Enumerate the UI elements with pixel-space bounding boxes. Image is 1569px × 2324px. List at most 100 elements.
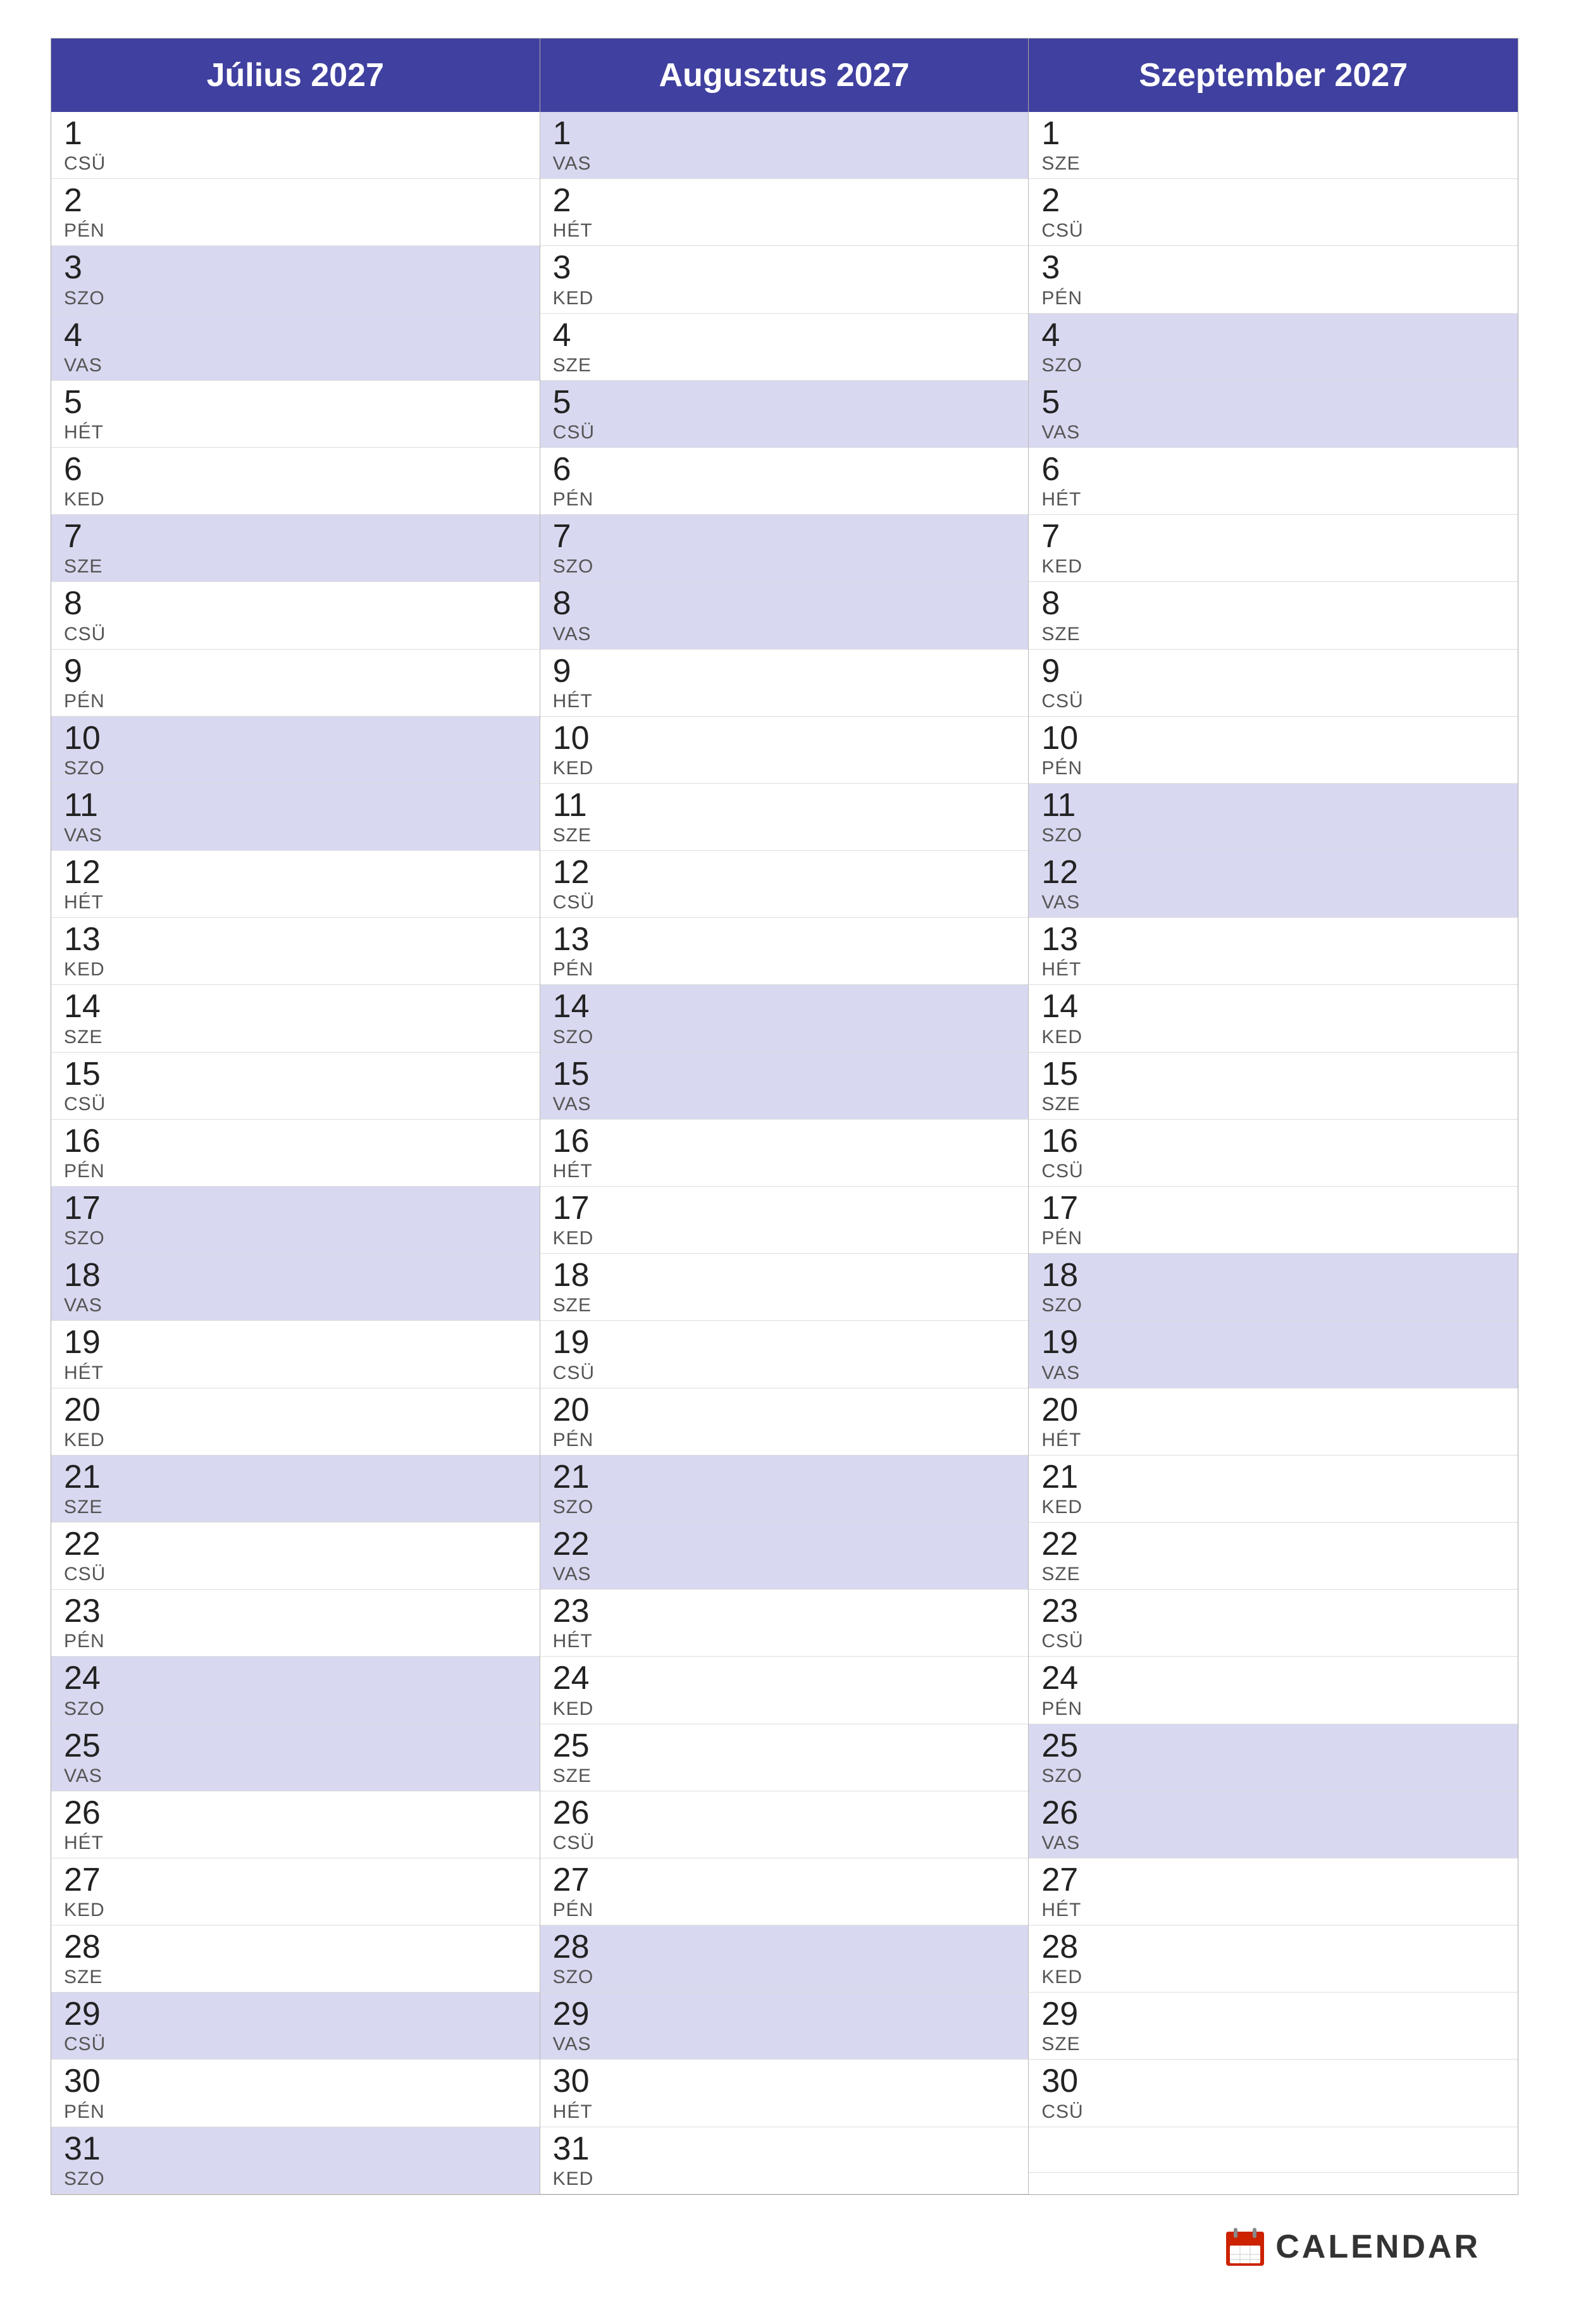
day-name: CSÜ xyxy=(1041,1631,1505,1652)
day-number: 10 xyxy=(64,720,527,757)
day-cell: 31KED xyxy=(540,2127,1029,2194)
day-cell: 12VAS xyxy=(1029,851,1518,918)
day-cell: 27KED xyxy=(51,1858,540,1925)
day-number: 15 xyxy=(1041,1056,1505,1092)
day-cell: 14KED xyxy=(1029,985,1518,1052)
day-name: CSÜ xyxy=(553,1833,1016,1854)
day-cell: 5VAS xyxy=(1029,381,1518,448)
day-number: 19 xyxy=(553,1325,1016,1361)
day-number: 1 xyxy=(64,116,527,152)
day-name: SZE xyxy=(553,355,1016,376)
day-number: 31 xyxy=(553,2131,1016,2167)
day-cell: 15VAS xyxy=(540,1053,1029,1120)
day-name: PÉN xyxy=(553,959,1016,980)
day-name: CSÜ xyxy=(1041,220,1505,242)
day-name: VAS xyxy=(553,1094,1016,1115)
day-name: HÉT xyxy=(553,2101,1016,2123)
day-name: SZE xyxy=(1041,624,1505,645)
day-number: 14 xyxy=(553,989,1016,1025)
day-number: 27 xyxy=(64,1862,527,1898)
day-number: 27 xyxy=(553,1862,1016,1898)
day-number: 18 xyxy=(553,1258,1016,1294)
day-number: 23 xyxy=(64,1593,527,1629)
day-name: HÉT xyxy=(1041,1430,1505,1451)
day-number: 7 xyxy=(553,519,1016,555)
day-number: 22 xyxy=(1041,1526,1505,1562)
day-name: SZO xyxy=(1041,1765,1505,1787)
day-number: 29 xyxy=(553,1996,1016,2032)
day-cell: 1CSÜ xyxy=(51,112,540,179)
day-name: PÉN xyxy=(1041,288,1505,309)
day-number: 4 xyxy=(1041,318,1505,354)
day-cell: 12HÉT xyxy=(51,851,540,918)
day-cell: 29CSÜ xyxy=(51,1993,540,2060)
day-cell: 2PÉN xyxy=(51,179,540,246)
day-name: SZO xyxy=(64,1228,527,1249)
day-cell: 23HÉT xyxy=(540,1590,1029,1657)
day-number: 5 xyxy=(64,385,527,421)
day-cell: 7SZE xyxy=(51,515,540,582)
day-number: 11 xyxy=(64,788,527,824)
day-name: HÉT xyxy=(64,1363,527,1384)
day-number: 23 xyxy=(553,1593,1016,1629)
day-cell: 16CSÜ xyxy=(1029,1120,1518,1187)
day-number: 30 xyxy=(553,2063,1016,2099)
day-name: PÉN xyxy=(553,1430,1016,1451)
day-number: 12 xyxy=(553,855,1016,891)
day-number: 26 xyxy=(1041,1795,1505,1831)
day-cell xyxy=(1029,2127,1518,2173)
day-cell: 18SZE xyxy=(540,1254,1029,1321)
day-name: KED xyxy=(553,758,1016,779)
day-cell: 29SZE xyxy=(1029,1993,1518,2060)
day-number: 9 xyxy=(1041,653,1505,689)
day-cell: 17SZO xyxy=(51,1187,540,1254)
day-name: SZO xyxy=(1041,825,1505,846)
day-name: SZE xyxy=(553,825,1016,846)
day-number: 13 xyxy=(64,922,527,958)
day-cell: 6PÉN xyxy=(540,448,1029,515)
day-number: 29 xyxy=(1041,1996,1505,2032)
day-number: 28 xyxy=(64,1929,527,1965)
day-name: CSÜ xyxy=(1041,2101,1505,2123)
day-name: CSÜ xyxy=(64,2034,527,2055)
day-number: 8 xyxy=(1041,586,1505,622)
day-name: SZE xyxy=(64,1027,527,1048)
day-name: KED xyxy=(553,1228,1016,1249)
calendar-logo: CALENDAR xyxy=(1225,2227,1480,2267)
day-name: SZO xyxy=(64,288,527,309)
day-cell: 24SZO xyxy=(51,1657,540,1724)
day-name: VAS xyxy=(64,825,527,846)
day-number: 5 xyxy=(553,385,1016,421)
day-name: KED xyxy=(1041,1027,1505,1048)
day-cell: 17PÉN xyxy=(1029,1187,1518,1254)
day-number: 27 xyxy=(1041,1862,1505,1898)
day-cell: 5CSÜ xyxy=(540,381,1029,448)
day-number: 17 xyxy=(1041,1190,1505,1227)
day-name: HÉT xyxy=(553,220,1016,242)
day-cell: 27HÉT xyxy=(1029,1858,1518,1925)
day-cell: 24KED xyxy=(540,1657,1029,1724)
day-cell: 30CSÜ xyxy=(1029,2060,1518,2127)
day-cell: 30PÉN xyxy=(51,2060,540,2127)
day-cell: 20PÉN xyxy=(540,1388,1029,1456)
day-name: VAS xyxy=(1041,1363,1505,1384)
day-name: KED xyxy=(64,1900,527,1921)
day-name: PÉN xyxy=(64,1631,527,1652)
day-number: 25 xyxy=(553,1728,1016,1764)
day-cell: 16HÉT xyxy=(540,1120,1029,1187)
day-number: 28 xyxy=(1041,1929,1505,1965)
day-cell: 22VAS xyxy=(540,1523,1029,1590)
day-number: 3 xyxy=(64,250,527,286)
day-cell: 11SZO xyxy=(1029,784,1518,851)
calendar-icon xyxy=(1225,2227,1265,2267)
day-name: SZE xyxy=(1041,153,1505,175)
day-cell: 13HÉT xyxy=(1029,918,1518,985)
day-number: 15 xyxy=(64,1056,527,1092)
day-number: 2 xyxy=(553,183,1016,219)
day-number: 26 xyxy=(64,1795,527,1831)
day-cell: 22SZE xyxy=(1029,1523,1518,1590)
day-name: KED xyxy=(64,489,527,510)
day-number: 4 xyxy=(64,318,527,354)
day-number: 10 xyxy=(1041,720,1505,757)
day-number: 10 xyxy=(553,720,1016,757)
